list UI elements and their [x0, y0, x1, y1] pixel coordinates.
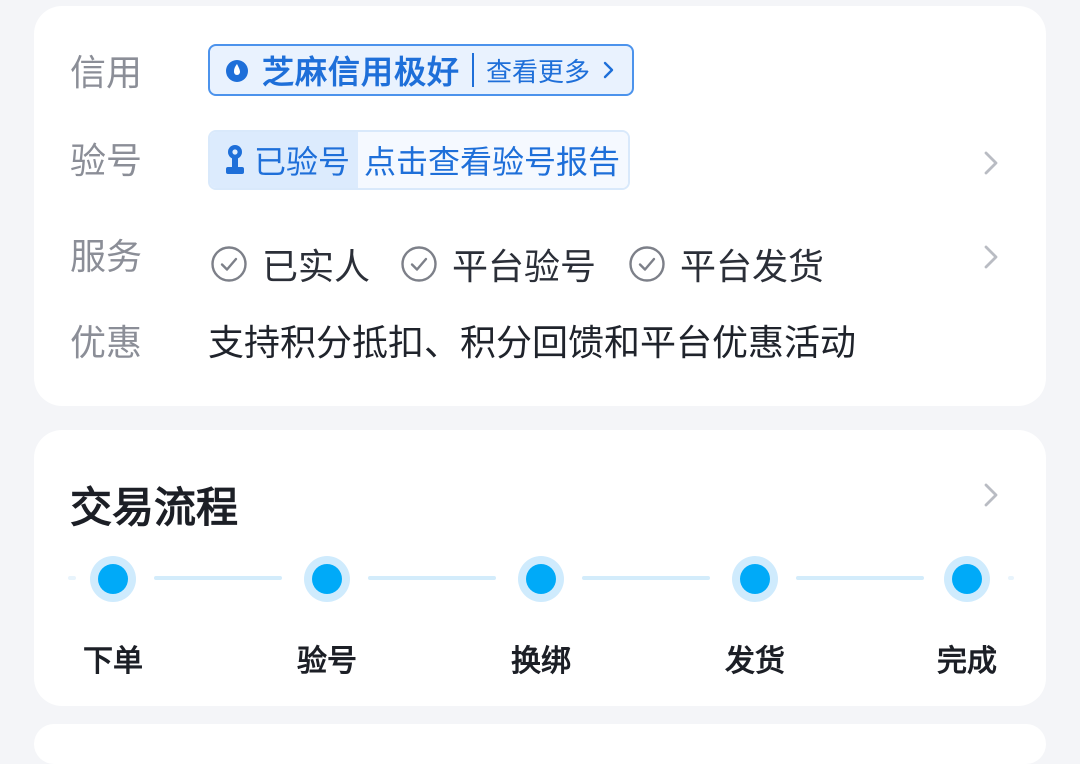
- trade-flow-card[interactable]: 交易流程 下单 验号 换绑 发货 完成: [34, 430, 1046, 706]
- check-circle-icon: [629, 246, 665, 282]
- flow-step-label: 验号: [297, 644, 357, 679]
- person-stamp-icon: [226, 145, 244, 174]
- credit-divider: [472, 53, 475, 87]
- sesame-drop-icon: [226, 60, 248, 82]
- service-item-label: 平台发货: [680, 247, 825, 288]
- flow-connector: [68, 576, 76, 580]
- credit-badge[interactable]: 芝麻信用极好 查看更多: [208, 44, 635, 96]
- verify-label: 验号: [70, 141, 143, 182]
- chevron-right-icon[interactable]: [978, 150, 1004, 176]
- chevron-right-icon: [603, 61, 614, 79]
- credit-more-link[interactable]: 查看更多: [486, 52, 590, 89]
- verify-status-text: 已验号: [254, 143, 351, 181]
- chevron-right-icon[interactable]: [978, 244, 1004, 270]
- service-item: 已实人: [210, 238, 370, 290]
- info-card: 信用 芝麻信用极好 查看更多 验号 已验号 点击查看验号报告 服务 已实人 平台…: [34, 6, 1046, 406]
- service-item: 平台验号: [400, 238, 596, 290]
- flow-step-dot: [518, 556, 564, 602]
- promo-label: 优惠: [70, 323, 143, 364]
- check-circle-icon: [401, 246, 437, 282]
- flow-connector: [1008, 576, 1014, 580]
- credit-rating-text: 芝麻信用极好: [262, 53, 461, 91]
- check-circle-icon: [211, 246, 247, 282]
- flow-connector: [582, 576, 710, 580]
- next-card: [34, 724, 1046, 764]
- service-item-label: 平台验号: [452, 247, 597, 288]
- flow-step-dot: [944, 556, 990, 602]
- verify-status: 已验号: [210, 132, 359, 188]
- flow-connector: [154, 576, 282, 580]
- credit-label: 信用: [70, 53, 143, 94]
- flow-step-label: 发货: [725, 644, 785, 679]
- flow-step-label: 完成: [937, 644, 997, 679]
- flow-step-dot: [304, 556, 350, 602]
- verify-report-link[interactable]: 点击查看验号报告: [358, 132, 629, 188]
- service-item-label: 已实人: [262, 247, 371, 288]
- flow-step-dot: [90, 556, 136, 602]
- flow-connector: [368, 576, 496, 580]
- flow-step-label: 下单: [83, 644, 143, 679]
- flow-title: 交易流程: [70, 483, 239, 532]
- flow-step-label: 换绑: [511, 644, 571, 679]
- promo-text: 支持积分抵扣、积分回馈和平台优惠活动: [208, 323, 857, 364]
- chevron-right-icon[interactable]: [978, 482, 1004, 508]
- service-label: 服务: [70, 237, 143, 278]
- service-item: 平台发货: [628, 238, 824, 290]
- flow-step-dot: [732, 556, 778, 602]
- verify-badge[interactable]: 已验号 点击查看验号报告: [208, 130, 631, 190]
- flow-connector: [796, 576, 924, 580]
